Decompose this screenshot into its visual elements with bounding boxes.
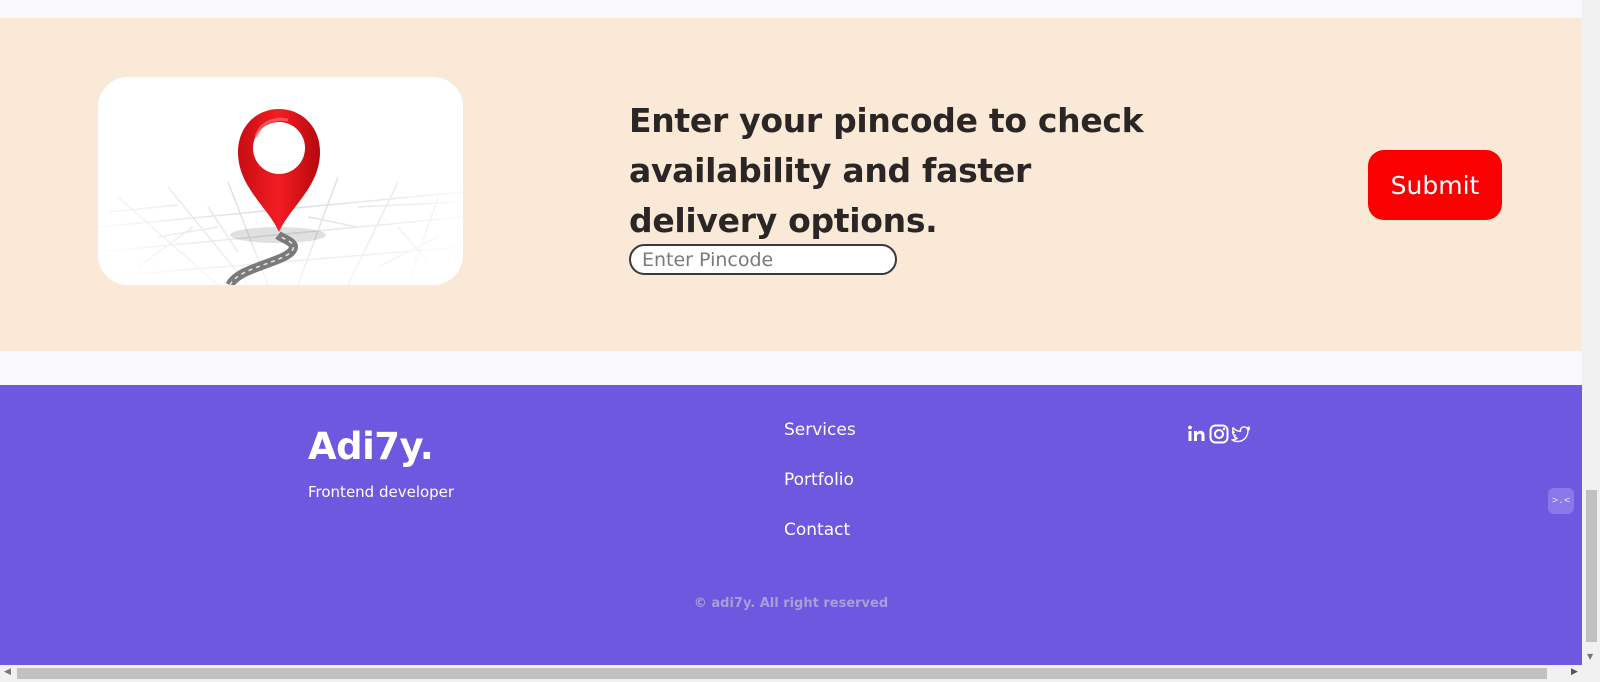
vertical-scrollbar[interactable]: ▼: [1582, 0, 1600, 665]
scroll-left-arrow-icon[interactable]: ◀: [4, 667, 11, 677]
horizontal-scrollbar-thumb[interactable]: [17, 668, 1547, 679]
submit-button[interactable]: Submit: [1368, 150, 1502, 220]
twitter-icon[interactable]: [1231, 424, 1251, 444]
footer-tagline: Frontend developer: [308, 483, 455, 501]
vertical-scrollbar-thumb[interactable]: [1586, 490, 1597, 642]
footer-link-services[interactable]: Services: [784, 420, 856, 440]
map-location-illustration: [98, 77, 463, 285]
pincode-input[interactable]: [629, 244, 897, 275]
social-links: [1187, 424, 1251, 444]
horizontal-scrollbar[interactable]: ◀ ▶: [0, 665, 1600, 682]
map-pin-image: [98, 77, 463, 285]
linkedin-icon[interactable]: [1187, 424, 1207, 444]
scroll-right-arrow-icon[interactable]: ▶: [1571, 667, 1578, 677]
pincode-section: Enter your pincode to check availability…: [0, 18, 1582, 351]
instagram-icon[interactable]: [1209, 424, 1229, 444]
footer-link-contact[interactable]: Contact: [784, 520, 850, 540]
pincode-heading: Enter your pincode to check availability…: [629, 101, 1144, 240]
footer-link-portfolio[interactable]: Portfolio: [784, 470, 854, 490]
footer-brand-logo[interactable]: Adi7y.: [308, 425, 434, 468]
scroll-down-arrow-icon[interactable]: ▼: [1587, 652, 1593, 661]
chat-widget-icon[interactable]: >.<: [1548, 488, 1574, 514]
copyright-text: © adi7y. All right reserved: [693, 596, 889, 611]
footer: Adi7y. Frontend developer Services Portf…: [0, 385, 1582, 665]
